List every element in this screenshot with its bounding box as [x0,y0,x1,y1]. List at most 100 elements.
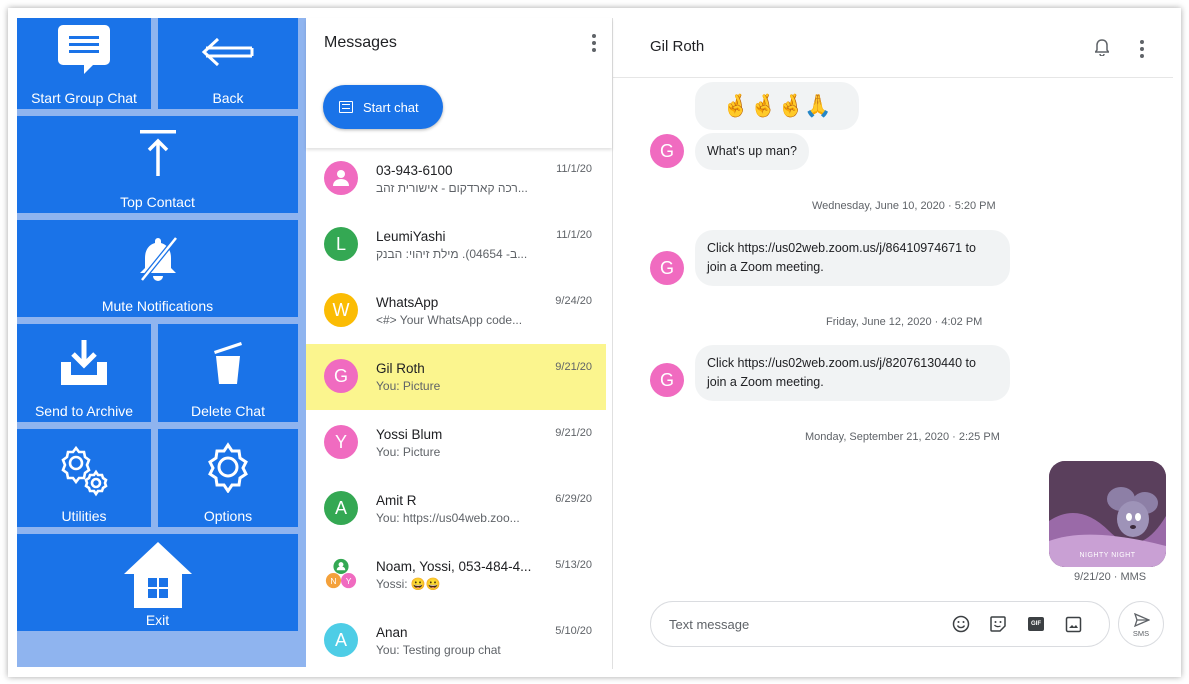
mute-notifications-tile[interactable]: Mute Notifications [17,220,298,317]
conversation-snippet: You: https://us04web.zoo... [376,511,520,525]
start-group-chat-label: Start Group Chat [31,90,137,106]
shortcut-tile-panel: Start Group Chat Back Top Contact Mute N… [17,18,306,667]
message-text: Click https://us02web.zoom.us/j/82076130… [707,356,976,389]
conversation-snippet: ...ב- 04654). מילת זיהוי: הבנק [376,247,528,261]
conversation-panel-header: Messages Start chat [306,18,612,148]
start-group-chat-tile[interactable]: Start Group Chat [17,18,151,109]
conversation-name: Amit R [376,493,417,508]
conversation-snippet: ...רכה קארדקום - אישורית זהב [376,181,528,195]
top-contact-label: Top Contact [120,194,195,210]
conversation-item[interactable]: N Y Noam, Yossi, 053-484-4... Yossi: 😀😀 … [306,542,606,608]
message-bubble: Click https://us02web.zoom.us/j/86410974… [695,230,1010,286]
start-chat-button[interactable]: Start chat [323,85,443,129]
conversation-name: Gil Roth [376,361,425,376]
conversation-name: 03-943-6100 [376,163,453,178]
conversation-item[interactable]: W WhatsApp <#> Your WhatsApp code... 9/2… [306,278,606,344]
emoji-message-text: 🤞🤞🤞🙏 [722,93,832,118]
avatar: W [324,293,358,327]
conversation-item[interactable]: A Amit R You: https://us04web.zoo... 6/2… [306,476,606,542]
conversation-item[interactable]: 03-943-6100 ...רכה קארדקום - אישורית זהב… [306,146,606,212]
gears-icon [17,443,151,497]
send-sms-button[interactable]: SMS [1118,601,1164,647]
conversation-date: 5/13/20 [555,559,592,571]
chat-panel: Gil Roth 🤞🤞🤞🙏 G What's up man? Wednesday… [613,18,1173,669]
conversation-item[interactable]: Y Yossi Blum You: Picture 9/21/20 [306,410,606,476]
svg-text:Y: Y [346,576,352,586]
conversation-name: Yossi Blum [376,427,443,442]
send-to-archive-label: Send to Archive [34,403,134,419]
conversation-name: WhatsApp [376,295,439,310]
send-icon [1134,613,1150,627]
conversation-snippet: <#> Your WhatsApp code... [376,313,523,327]
avatar: L [324,227,358,261]
svg-text:N: N [330,576,336,586]
top-contact-tile[interactable]: Top Contact [17,116,298,213]
gif-label: GIF [1031,621,1041,627]
conversation-date: 11/1/20 [556,163,592,175]
options-tile[interactable]: Options [158,429,298,527]
mute-notifications-label: Mute Notifications [101,298,214,314]
chat-more-options-icon[interactable] [1140,40,1144,58]
emoji-icon[interactable] [951,614,971,634]
send-to-archive-tile[interactable]: Send to Archive [17,324,151,422]
picture-caption: NIGHTY NIGHT [1079,552,1136,559]
conversation-snippet: You: Picture [376,379,441,393]
send-sms-label: SMS [1132,629,1150,638]
avatar: A [324,491,358,525]
message-text: Click https://us02web.zoom.us/j/86410974… [707,241,976,274]
conversation-item-selected[interactable]: G Gil Roth You: Picture 9/21/20 [306,344,606,410]
delete-chat-tile[interactable]: Delete Chat [158,324,298,422]
message-bubble: What's up man? [695,133,809,170]
utilities-label: Utilities [61,508,107,524]
sticker-icon[interactable] [988,614,1008,634]
conversation-snippet: Yossi: 😀😀 [376,577,441,591]
conversation-name: Anan [376,625,408,640]
exit-tile[interactable]: Exit [17,534,298,631]
exit-label: Exit [145,612,170,628]
utilities-tile[interactable]: Utilities [17,429,151,527]
conversation-date: 9/21/20 [555,361,592,373]
home-icon [17,538,298,610]
arrow-left-icon [158,36,298,68]
avatar [324,161,358,195]
bell-muted-icon [17,234,298,282]
message-composer[interactable]: Text message GIF [650,601,1110,647]
messages-title: Messages [324,34,397,51]
archive-download-icon [17,338,151,388]
conversation-item[interactable]: A Anan You: Testing group chat 5/10/20 [306,608,606,669]
conversation-date: 9/24/20 [555,295,592,307]
gear-icon [158,441,298,493]
group-avatar: N Y [324,557,358,591]
date-separator: Monday, September 21, 2020 · 2:25 PM [805,431,1000,443]
sent-picture[interactable]: NIGHTY NIGHT [1049,461,1166,567]
image-icon[interactable] [1063,614,1083,634]
sender-avatar: G [650,363,684,397]
conversation-snippet: You: Testing group chat [376,643,501,657]
back-label: Back [212,90,244,106]
gif-icon[interactable]: GIF [1026,614,1046,634]
conversation-date: 5/10/20 [555,625,592,637]
sender-avatar: G [650,134,684,168]
chat-header: Gil Roth [613,18,1173,78]
conversation-name: Noam, Yossi, 053-484-4... [376,559,532,574]
emoji-message-bubble: 🤞🤞🤞🙏 [695,82,859,130]
date-separator: Wednesday, June 10, 2020 · 5:20 PM [812,200,996,212]
avatar: Y [324,425,358,459]
delete-chat-label: Delete Chat [191,403,265,419]
notification-bell-icon[interactable] [1094,39,1110,57]
conversation-item[interactable]: L LeumiYashi ...ב- 04654). מילת זיהוי: ה… [306,212,606,278]
message-icon [339,101,353,113]
avatar: G [324,359,358,393]
picture-timestamp: 9/21/20 · MMS [1074,571,1147,583]
conversation-panel: Messages Start chat 03-943-6100 ...רכה ק… [306,18,619,669]
conversation-date: 6/29/20 [555,493,592,505]
message-bubble: Click https://us02web.zoom.us/j/82076130… [695,345,1010,401]
chat-bubble-icon [17,21,151,75]
person-icon [333,170,349,186]
message-text: What's up man? [707,144,797,158]
arrow-to-top-icon [17,128,298,178]
back-tile[interactable]: Back [158,18,298,109]
conversation-list: 03-943-6100 ...רכה קארדקום - אישורית זהב… [306,146,606,669]
conversation-date: 9/21/20 [555,427,592,439]
more-options-icon[interactable] [592,34,596,52]
